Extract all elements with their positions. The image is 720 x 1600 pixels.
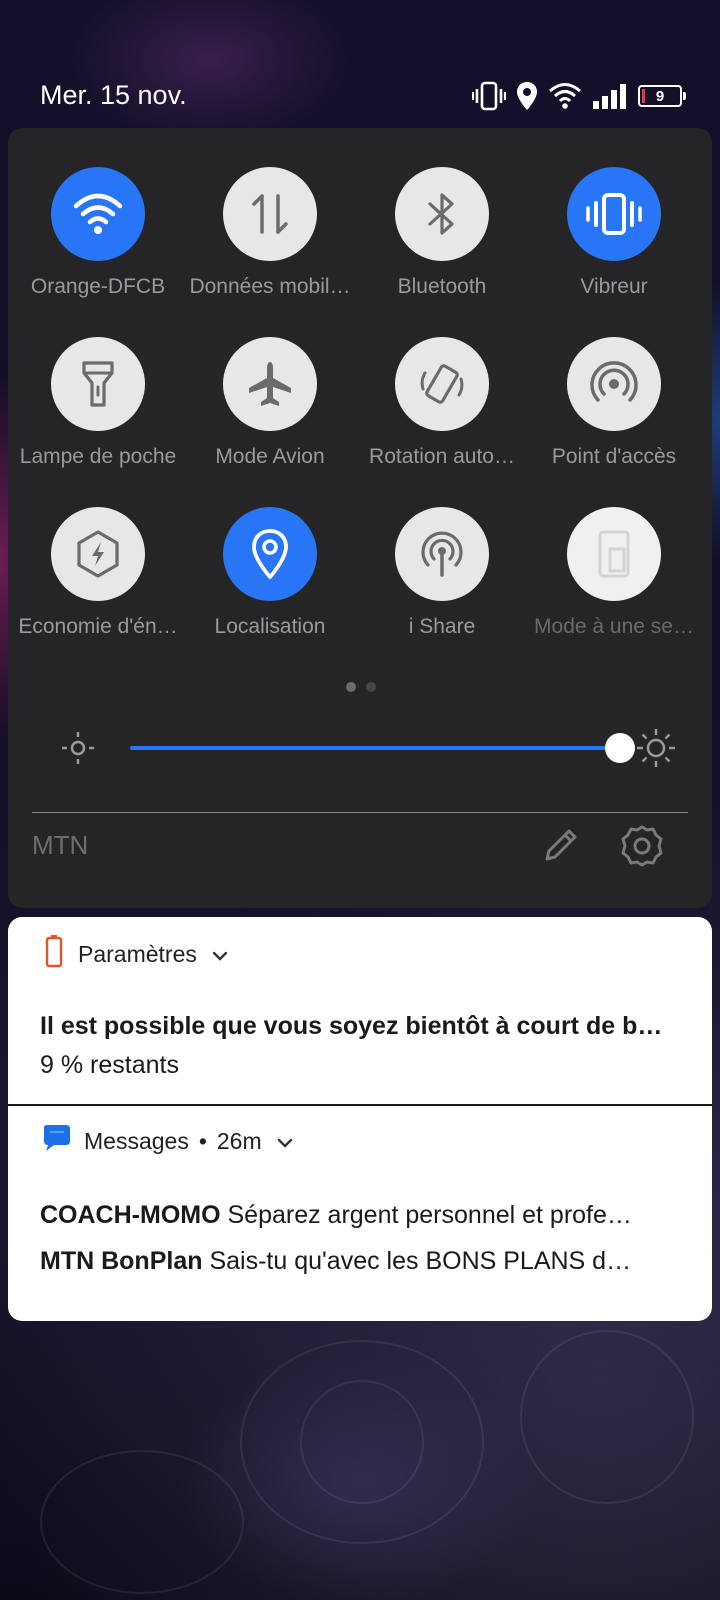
settings-button[interactable] <box>620 824 664 873</box>
tile-wifi[interactable]: Orange-DFCB <box>12 167 184 299</box>
brightness-high-icon <box>634 726 678 775</box>
one-hand-mode-icon[interactable] <box>567 507 661 601</box>
status-date: Mer. 15 nov. <box>40 80 187 110</box>
notification-text: 9 % restants <box>40 1051 179 1079</box>
gear-icon <box>620 824 664 873</box>
message-item[interactable]: COACH-MOMO Séparez argent personnel et p… <box>40 1201 686 1230</box>
tile-wifi-label: Orange-DFCB <box>30 275 166 298</box>
signal-icon <box>592 83 628 109</box>
tile-bluetooth-label: Bluetooth <box>397 275 487 298</box>
tile-ishare[interactable]: i Share <box>356 507 528 639</box>
wifi-icon[interactable] <box>51 167 145 261</box>
status-icons: 9 <box>472 78 686 114</box>
tile-bluetooth[interactable]: Bluetooth <box>356 167 528 299</box>
vibrate-icon <box>472 81 506 111</box>
notification-time: 26m <box>216 1127 262 1154</box>
message-text: Séparez argent personnel et profe… <box>227 1201 632 1229</box>
notification-app-name: Paramètres <box>78 940 197 967</box>
tile-hotspot-label: Point d'accès <box>551 445 677 468</box>
notification-app-name: Messages <box>84 1127 189 1154</box>
battery-saver-icon[interactable] <box>51 507 145 601</box>
chevron-down-icon[interactable] <box>211 941 229 968</box>
message-item[interactable]: MTN BonPlan Sais-tu qu'avec les BONS PLA… <box>40 1247 686 1276</box>
pencil-icon <box>539 825 581 872</box>
notification-title: Il est possible que vous soyez bientôt à… <box>40 1012 663 1040</box>
ishare-icon[interactable] <box>395 507 489 601</box>
location-icon[interactable] <box>223 507 317 601</box>
flashlight-icon[interactable] <box>51 337 145 431</box>
notification-divider <box>8 1104 712 1106</box>
tile-hotspot[interactable]: Point d'accès <box>528 337 700 469</box>
notification-card: Paramètres Il est possible que vous soye… <box>8 917 712 1321</box>
message-text: Sais-tu qu'avec les BONS PLANS d… <box>209 1247 632 1275</box>
notification-header: Paramètres <box>40 934 229 974</box>
qs-divider <box>32 812 688 813</box>
chevron-down-icon[interactable] <box>276 1128 294 1155</box>
brightness-slider-fill <box>130 746 620 750</box>
brightness-control <box>58 722 678 772</box>
brightness-low-icon <box>58 728 98 773</box>
battery-level: 9 <box>655 87 665 105</box>
brightness-slider-thumb[interactable] <box>605 733 635 763</box>
notification-header: Messages • 26m <box>40 1123 294 1159</box>
tile-vibrate[interactable]: Vibreur <box>528 167 700 299</box>
tile-rotation[interactable]: Rotation auto… <box>356 337 528 469</box>
battery-low-icon <box>40 934 68 974</box>
quick-settings-panel: Orange-DFCB Données mobil… Bluetooth Vib… <box>8 128 712 908</box>
bluetooth-icon[interactable] <box>395 167 489 261</box>
location-icon <box>516 81 538 111</box>
tile-mobile-data[interactable]: Données mobil… <box>184 167 356 299</box>
tile-battery-saver[interactable]: Economie d'én… <box>12 507 184 639</box>
tile-one-hand-mode-label: Mode à une se… <box>534 615 694 638</box>
tile-one-hand-mode[interactable]: Mode à une se… <box>528 507 700 639</box>
tile-ishare-label: i Share <box>408 615 476 638</box>
message-sender: MTN BonPlan <box>40 1247 203 1275</box>
tile-location-label: Localisation <box>214 615 326 638</box>
airplane-icon[interactable] <box>223 337 317 431</box>
hotspot-icon[interactable] <box>567 337 661 431</box>
brightness-slider[interactable] <box>130 733 635 763</box>
rotation-icon[interactable] <box>395 337 489 431</box>
edit-button[interactable] <box>538 826 582 870</box>
tile-mobile-data-label: Données mobil… <box>189 275 351 298</box>
tile-battery-saver-label: Economie d'én… <box>18 615 178 638</box>
message-sender: COACH-MOMO <box>40 1201 221 1229</box>
page-indicator <box>346 682 376 692</box>
tile-airplane-label: Mode Avion <box>215 445 325 468</box>
carrier-name: MTN <box>32 830 89 860</box>
vibrate-icon[interactable] <box>567 167 661 261</box>
tile-flashlight[interactable]: Lampe de poche <box>12 337 184 469</box>
messages-icon <box>40 1123 74 1159</box>
page-dot-1 <box>346 682 356 692</box>
wifi-icon <box>548 82 582 110</box>
tile-location[interactable]: Localisation <box>184 507 356 639</box>
tile-vibrate-label: Vibreur <box>580 275 648 298</box>
tile-airplane[interactable]: Mode Avion <box>184 337 356 469</box>
mobile-data-icon[interactable] <box>223 167 317 261</box>
status-bar: Mer. 15 nov. 9 <box>0 0 720 126</box>
battery-icon: 9 <box>638 85 686 107</box>
tile-flashlight-label: Lampe de poche <box>19 445 177 468</box>
notification-separator: • <box>198 1127 207 1154</box>
tile-rotation-label: Rotation auto… <box>369 445 515 468</box>
page-dot-2 <box>366 682 376 692</box>
